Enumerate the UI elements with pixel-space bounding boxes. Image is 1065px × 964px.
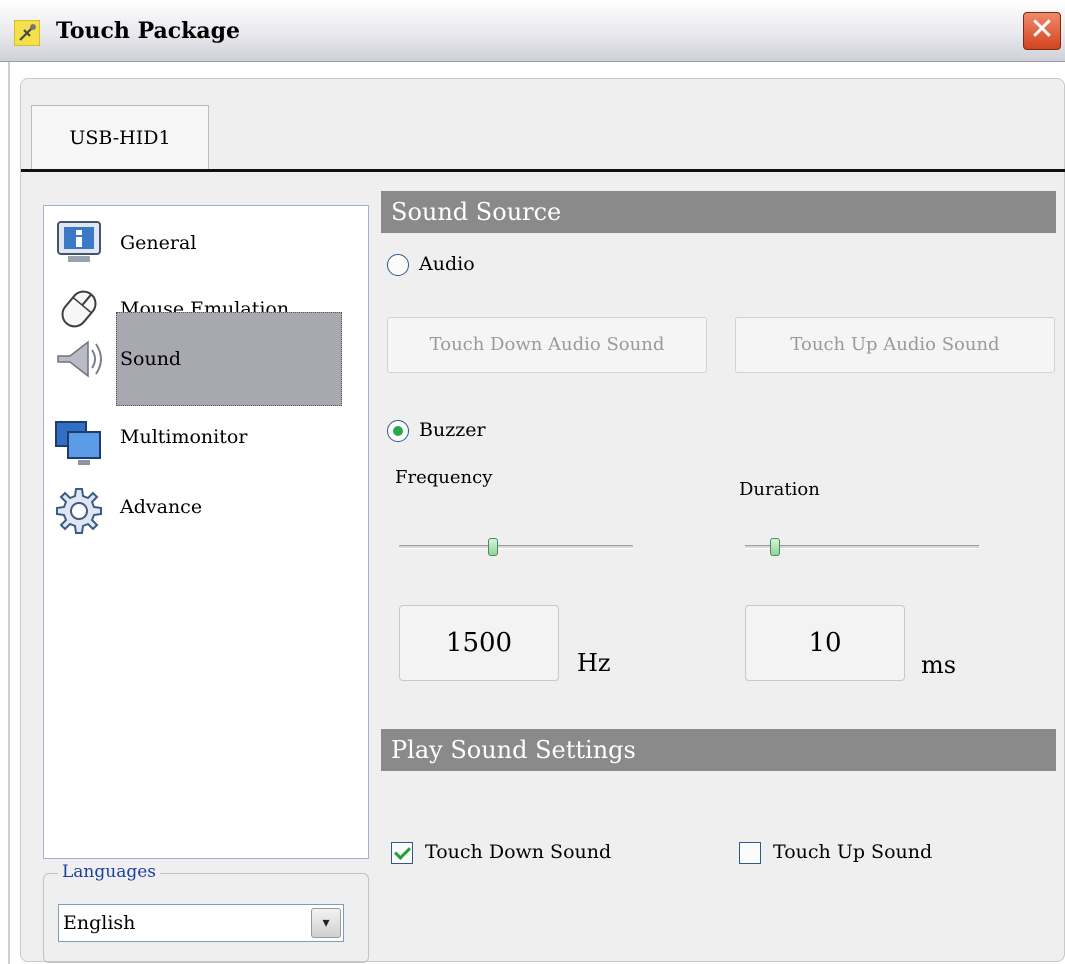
multimonitor-icon (54, 418, 104, 468)
audio-radio-row[interactable]: Audio (387, 253, 475, 276)
sidebar-item-advance[interactable]: Advance (44, 480, 370, 542)
frequency-label: Frequency (395, 467, 493, 488)
frequency-unit: Hz (577, 649, 611, 677)
sidebar-item-label: Advance (120, 496, 203, 518)
checkbox-label: Touch Down Sound (425, 841, 612, 863)
play-sound-settings-header: Play Sound Settings (381, 729, 1056, 771)
frequency-value: 1500 (445, 628, 513, 658)
title-bar: Touch Package ✕ (0, 0, 1065, 62)
speaker-icon (54, 334, 104, 384)
touch-up-audio-button[interactable]: Touch Up Audio Sound (735, 317, 1055, 373)
chevron-down-icon[interactable]: ▾ (311, 908, 341, 938)
touch-down-sound-row[interactable]: Touch Down Sound (391, 841, 611, 864)
sidebar-item-general[interactable]: General (44, 212, 370, 274)
sound-source-header: Sound Source (381, 191, 1056, 233)
buzzer-label: Buzzer (419, 419, 486, 441)
duration-slider-thumb[interactable] (770, 538, 780, 556)
touch-down-sound-checkbox[interactable] (391, 842, 413, 864)
languages-group: Languages English ▾ (43, 862, 369, 963)
main-panel: USB-HID1 General Mouse Emulation Sound M… (20, 78, 1065, 963)
button-label: Touch Up Audio Sound (790, 334, 1000, 355)
frequency-slider-thumb[interactable] (488, 538, 498, 556)
duration-value: 10 (808, 628, 842, 658)
language-select[interactable]: English ▾ (58, 904, 344, 942)
touch-up-sound-checkbox[interactable] (739, 842, 761, 864)
app-icon (13, 19, 41, 47)
monitor-info-icon (54, 218, 104, 268)
audio-radio[interactable] (387, 254, 409, 276)
duration-value-field[interactable]: 10 (745, 605, 905, 681)
sidebar-item-label: General (120, 232, 197, 254)
section-title: Sound Source (391, 198, 562, 226)
sidebar-item-sound[interactable]: Sound (44, 312, 370, 406)
close-button[interactable]: ✕ (1023, 12, 1061, 50)
touch-down-audio-button[interactable]: Touch Down Audio Sound (387, 317, 707, 373)
languages-legend: Languages (58, 862, 161, 882)
close-icon: ✕ (1029, 12, 1055, 47)
section-title: Play Sound Settings (391, 736, 636, 764)
duration-label: Duration (739, 479, 820, 500)
frequency-value-field[interactable]: 1500 (399, 605, 559, 681)
sidebar-item-label: Sound (120, 348, 182, 370)
sidebar-nav: General Mouse Emulation Sound Multimonit… (43, 205, 369, 859)
window-title: Touch Package (56, 18, 241, 44)
sidebar-item-label: Multimonitor (120, 426, 248, 448)
touch-up-sound-row[interactable]: Touch Up Sound (739, 841, 932, 864)
tab-usb-hid1[interactable]: USB-HID1 (31, 105, 209, 169)
window-body: USB-HID1 General Mouse Emulation Sound M… (8, 62, 1065, 964)
frequency-slider[interactable] (399, 538, 633, 556)
tab-divider (21, 169, 1065, 172)
tab-label: USB-HID1 (69, 127, 171, 149)
button-label: Touch Down Audio Sound (429, 334, 665, 355)
language-value: English (63, 912, 136, 934)
buzzer-radio-row[interactable]: Buzzer (387, 419, 486, 442)
gear-icon (54, 486, 104, 536)
buzzer-radio[interactable] (387, 420, 409, 442)
duration-slider[interactable] (745, 538, 979, 556)
checkbox-label: Touch Up Sound (773, 841, 933, 863)
duration-unit: ms (921, 651, 957, 679)
sidebar-item-multimonitor[interactable]: Multimonitor (44, 412, 370, 474)
audio-label: Audio (419, 253, 475, 275)
